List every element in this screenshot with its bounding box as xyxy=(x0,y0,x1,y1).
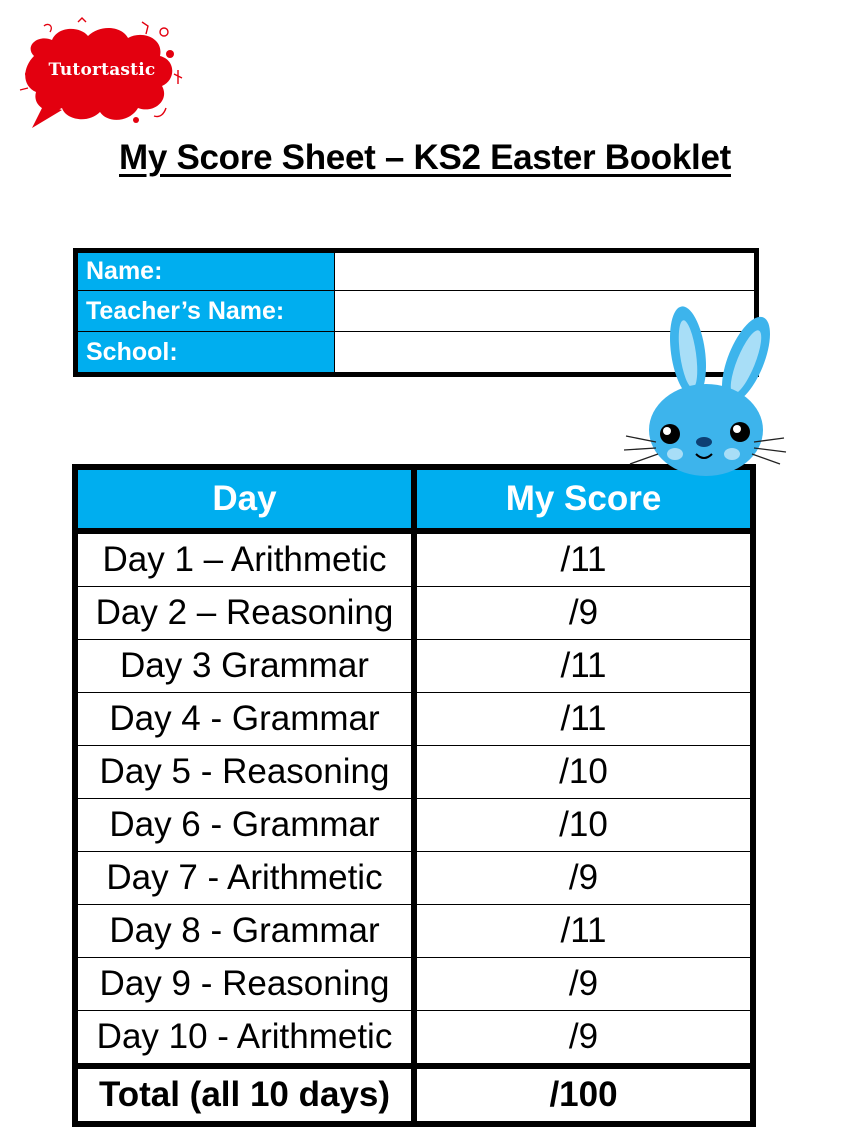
score-table: Day My Score Day 1 – Arithmetic /11 Day … xyxy=(72,464,756,1127)
score-cell[interactable]: /9 xyxy=(411,586,756,640)
table-row: Day 8 - Grammar /11 xyxy=(72,904,756,958)
table-row: Day 7 - Arithmetic /9 xyxy=(72,851,756,905)
info-label-school: School: xyxy=(75,331,335,375)
day-cell: Day 9 - Reasoning xyxy=(72,957,417,1011)
table-row: Day 9 - Reasoning /9 xyxy=(72,957,756,1011)
table-row: Day 1 – Arithmetic /11 xyxy=(72,530,756,587)
easter-bunny xyxy=(620,302,788,480)
table-row: Day 10 - Arithmetic /9 xyxy=(72,1010,756,1067)
total-row: Total (all 10 days) /100 xyxy=(72,1063,756,1125)
table-row: Day 5 - Reasoning /10 xyxy=(72,745,756,799)
score-cell[interactable]: /11 xyxy=(411,530,756,587)
easter-bunny-icon xyxy=(623,306,787,476)
score-cell[interactable]: /9 xyxy=(411,851,756,905)
day-cell: Day 10 - Arithmetic xyxy=(72,1010,417,1067)
page-title: My Score Sheet – KS2 Easter Booklet xyxy=(119,138,731,177)
day-cell: Day 1 – Arithmetic xyxy=(72,530,417,587)
info-label-name: Name: xyxy=(75,250,335,291)
day-cell: Day 4 - Grammar xyxy=(72,692,417,746)
score-cell[interactable]: /9 xyxy=(411,957,756,1011)
info-field-name[interactable] xyxy=(334,250,757,291)
day-cell: Day 2 – Reasoning xyxy=(72,586,417,640)
score-cell[interactable]: /10 xyxy=(411,798,756,852)
score-cell[interactable]: /9 xyxy=(411,1010,756,1067)
day-cell: Day 7 - Arithmetic xyxy=(72,851,417,905)
table-row: Day 4 - Grammar /11 xyxy=(72,692,756,746)
info-label-teacher: Teacher’s Name: xyxy=(75,290,335,332)
total-score-cell[interactable]: /100 xyxy=(411,1063,756,1125)
info-row-name: Name: xyxy=(75,250,757,291)
table-row: Day 3 Grammar /11 xyxy=(72,639,756,693)
header-day: Day xyxy=(72,467,417,534)
score-cell[interactable]: /11 xyxy=(411,904,756,958)
table-row: Day 2 – Reasoning /9 xyxy=(72,586,756,640)
total-label: Total (all 10 days) xyxy=(72,1063,417,1125)
day-cell: Day 3 Grammar xyxy=(72,639,417,693)
tutortastic-logo: Tutortastic xyxy=(14,16,186,132)
score-cell[interactable]: /10 xyxy=(411,745,756,799)
logo-text: Tutortastic xyxy=(48,60,156,80)
score-cell[interactable]: /11 xyxy=(411,692,756,746)
score-cell[interactable]: /11 xyxy=(411,639,756,693)
day-cell: Day 8 - Grammar xyxy=(72,904,417,958)
day-cell: Day 6 - Grammar xyxy=(72,798,417,852)
table-row: Day 6 - Grammar /10 xyxy=(72,798,756,852)
day-cell: Day 5 - Reasoning xyxy=(72,745,417,799)
